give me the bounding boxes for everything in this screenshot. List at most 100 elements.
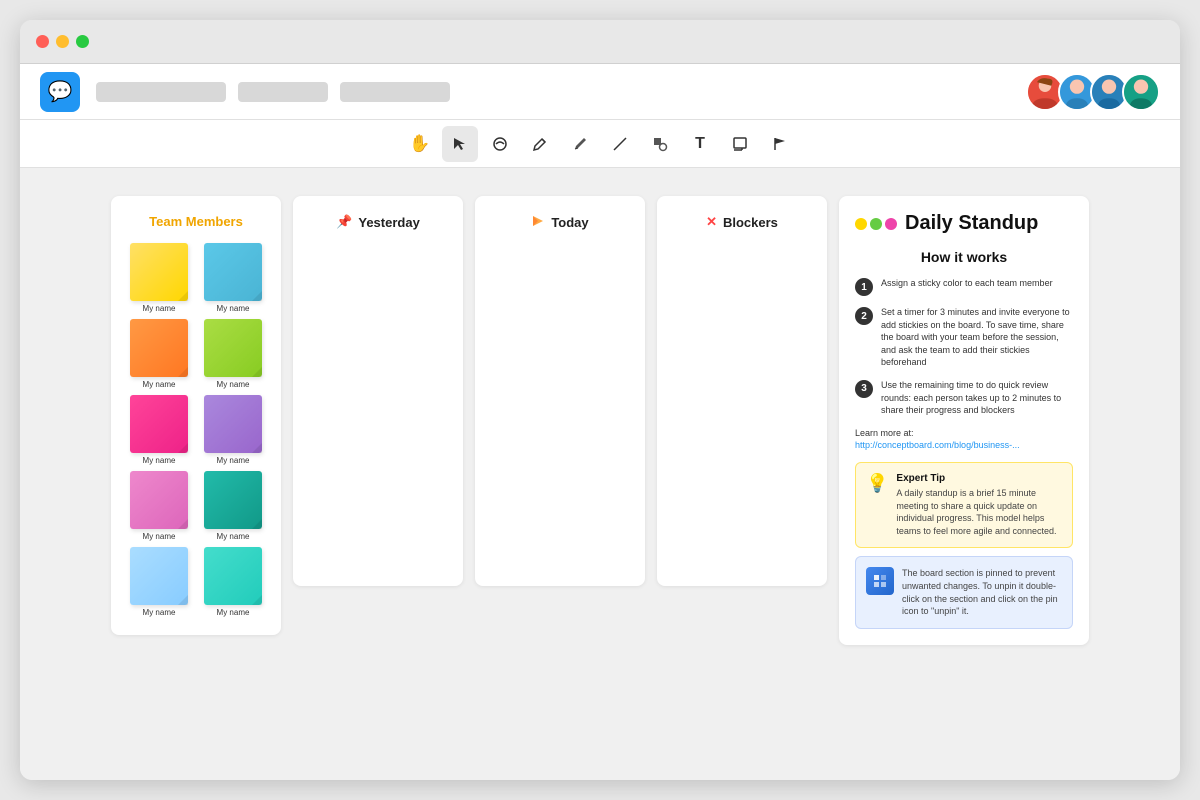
hand-tool[interactable]: ✋ [402,126,438,162]
step-2: 2 Set a timer for 3 minutes and invite e… [855,306,1073,369]
bulb-icon: 💡 [866,473,888,537]
sticky-label: My name [143,456,176,465]
step-3: 3 Use the remaining time to do quick rev… [855,379,1073,417]
sticky-label: My name [217,380,250,389]
app-logo[interactable]: 💬 [40,72,80,112]
blockers-section: ✕ Blockers [657,196,827,586]
tab-1[interactable] [96,82,226,102]
maximize-button[interactable] [76,35,89,48]
select-tool[interactable] [442,126,478,162]
text-tool[interactable]: T [682,126,718,162]
board: Team Members My name My name My name [91,168,1109,780]
line-tool[interactable] [602,126,638,162]
how-it-works-title: How it works [855,249,1073,265]
today-icon [531,214,545,231]
step-2-text: Set a timer for 3 minutes and invite eve… [881,306,1073,369]
sticky-tool[interactable] [722,126,758,162]
sticky-label: My name [217,608,250,617]
sticky-pink[interactable] [130,395,188,453]
dot-yellow [855,218,867,230]
sticky-cyan[interactable] [204,547,262,605]
sticky-sky[interactable] [130,547,188,605]
pin-info-box: The board section is pinned to prevent u… [855,556,1073,628]
dot-pink [885,218,897,230]
sticky-label: My name [143,380,176,389]
yesterday-title: 📌 Yesterday [307,214,449,230]
expert-tip-label: Expert Tip [896,473,1062,484]
toolbar: ✋ T [20,120,1180,168]
close-button[interactable] [36,35,49,48]
sticky-label: My name [217,532,250,541]
dot-green [870,218,882,230]
sticky-label: My name [217,304,250,313]
today-label: Today [551,215,588,230]
color-dots [855,218,897,230]
list-item: My name [199,243,267,313]
step-3-num: 3 [855,380,873,398]
marker-tool[interactable] [562,126,598,162]
pin-info-text: The board section is pinned to prevent u… [902,567,1062,617]
tab-3[interactable] [340,82,450,102]
team-members-title: Team Members [125,214,267,229]
step-1-num: 1 [855,278,873,296]
list-item: My name [125,471,193,541]
sticky-purple[interactable] [204,395,262,453]
eraser-tool[interactable] [482,126,518,162]
stickies-grid: My name My name My name My name [125,243,267,617]
pin-diamond-icon [866,567,894,595]
header-tabs [96,82,1032,102]
list-item: My name [199,395,267,465]
list-item: My name [125,319,193,389]
header-avatars [1032,73,1160,111]
today-section: Today [475,196,645,586]
expert-tip-box: 💡 Expert Tip A daily standup is a brief … [855,462,1073,548]
yesterday-section: 📌 Yesterday [293,196,463,586]
sticky-label: My name [143,304,176,313]
expert-tip-content: Expert Tip A daily standup is a brief 15… [896,473,1062,537]
step-2-num: 2 [855,307,873,325]
standup-title: Daily Standup [905,212,1038,235]
list-item: My name [199,319,267,389]
tab-2[interactable] [238,82,328,102]
list-item: My name [199,547,267,617]
pencil-tool[interactable] [522,126,558,162]
list-item: My name [199,471,267,541]
sticky-label: My name [217,456,250,465]
step-3-text: Use the remaining time to do quick revie… [881,379,1073,417]
sticky-orange[interactable] [130,319,188,377]
blockers-label: Blockers [723,215,778,230]
today-title: Today [489,214,631,231]
titlebar [20,20,1180,64]
step-1: 1 Assign a sticky color to each team mem… [855,277,1073,296]
standup-header: Daily Standup [855,212,1073,235]
learn-more: Learn more at: http://conceptboard.com/b… [855,427,1073,452]
app-window: 💬 ✋ [20,20,1180,780]
canvas-area[interactable]: Team Members My name My name My name [20,168,1180,780]
list-item: My name [125,395,193,465]
info-section: Daily Standup How it works 1 Assign a st… [839,196,1089,645]
step-1-text: Assign a sticky color to each team membe… [881,277,1053,290]
blockers-title: ✕ Blockers [671,214,813,230]
app-header: 💬 [20,64,1180,120]
sticky-yellow[interactable] [130,243,188,301]
sticky-label: My name [143,532,176,541]
avatar-4[interactable] [1122,73,1160,111]
team-members-section: Team Members My name My name My name [111,196,281,635]
sticky-teal[interactable] [204,471,262,529]
shape-tool[interactable] [642,126,678,162]
list-item: My name [125,243,193,313]
sticky-label: My name [143,608,176,617]
logo-icon: 💬 [48,79,73,104]
sticky-lavender[interactable] [130,471,188,529]
flag-tool[interactable] [762,126,798,162]
learn-more-link[interactable]: http://conceptboard.com/blog/business-..… [855,440,1020,450]
pin-icon: 📌 [336,214,352,230]
yesterday-label: Yesterday [358,215,419,230]
minimize-button[interactable] [56,35,69,48]
sticky-green[interactable] [204,319,262,377]
list-item: My name [125,547,193,617]
sticky-blue[interactable] [204,243,262,301]
blockers-icon: ✕ [706,214,717,230]
traffic-lights [36,35,89,48]
expert-tip-text: A daily standup is a brief 15 minute mee… [896,487,1062,537]
